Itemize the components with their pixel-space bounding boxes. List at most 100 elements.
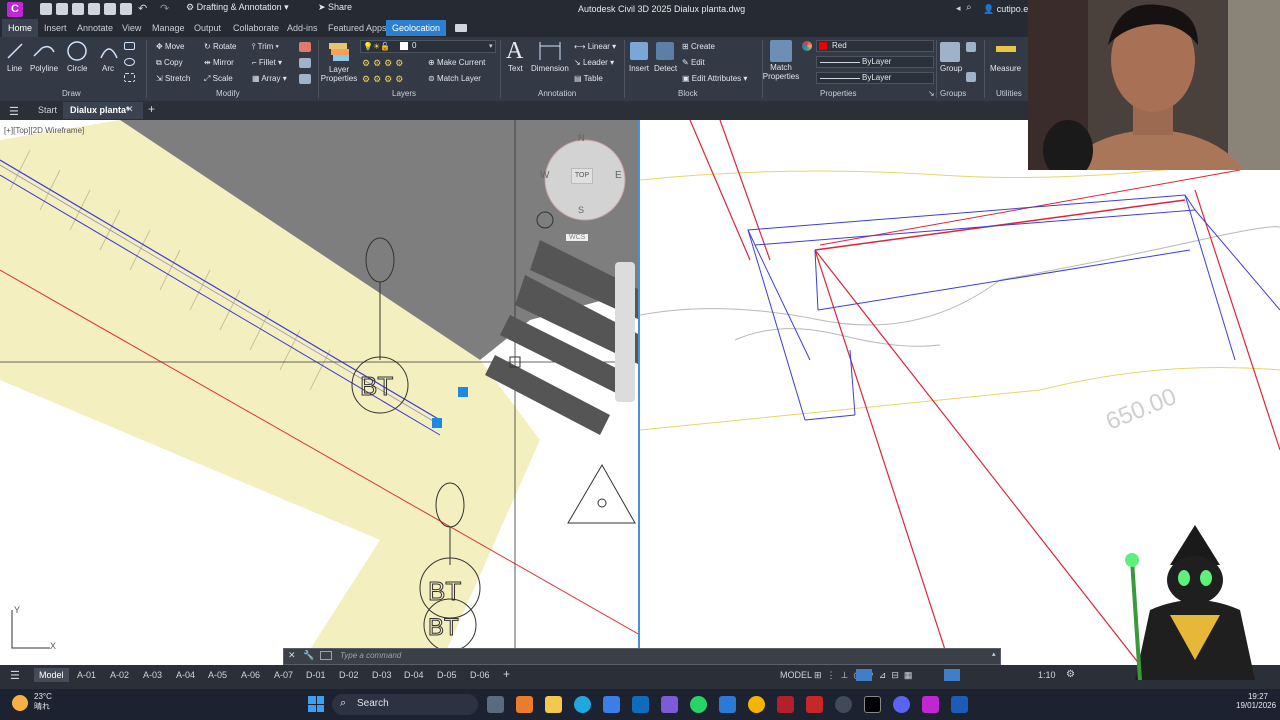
- viewcube-east[interactable]: E: [615, 170, 622, 181]
- measure-icon[interactable]: [996, 46, 1016, 52]
- teams-icon[interactable]: [661, 696, 678, 713]
- viewcube-west[interactable]: W: [540, 170, 549, 181]
- file-explorer-icon[interactable]: [545, 696, 562, 713]
- store-icon[interactable]: [603, 696, 620, 713]
- weather-icon[interactable]: [12, 695, 28, 711]
- tab-insert[interactable]: Insert: [44, 23, 67, 33]
- recent-commands-icon[interactable]: [320, 651, 332, 660]
- app-logo[interactable]: C: [7, 2, 23, 17]
- text-button[interactable]: Text: [508, 64, 523, 73]
- viewcube-top[interactable]: TOP: [571, 168, 593, 184]
- osnap-toggle-icon[interactable]: [944, 669, 960, 681]
- search-box[interactable]: [332, 694, 478, 715]
- ortho-toggle-icon[interactable]: [856, 669, 872, 681]
- scale-button[interactable]: ⤢ Scale: [204, 74, 233, 84]
- layout-tab[interactable]: A-03: [143, 670, 162, 680]
- block-panel-title[interactable]: Block: [678, 89, 698, 98]
- fillet-button[interactable]: ⌐ Fillet ▾: [252, 58, 282, 67]
- model-space-toggle[interactable]: MODEL: [780, 670, 812, 680]
- annotation-panel-title[interactable]: Annotation: [538, 89, 576, 98]
- polyline-icon[interactable]: [32, 40, 56, 62]
- tab-annotate[interactable]: Annotate: [77, 23, 113, 33]
- layout-tab[interactable]: A-01: [77, 670, 96, 680]
- properties-panel-title[interactable]: Properties: [820, 89, 856, 98]
- layout-tab-model[interactable]: Model: [34, 668, 69, 682]
- line-button[interactable]: Line: [7, 64, 22, 73]
- match-properties-icon[interactable]: [770, 40, 792, 62]
- tab-home[interactable]: Home: [2, 19, 39, 37]
- viewcube-south[interactable]: S: [578, 205, 584, 215]
- viewcube-north[interactable]: N: [578, 133, 585, 143]
- close-command-icon[interactable]: ✕: [288, 650, 296, 661]
- dimension-icon[interactable]: [537, 40, 563, 62]
- arc-button[interactable]: Arc: [102, 64, 114, 73]
- layer-properties-icon[interactable]: [326, 40, 352, 64]
- layer-tools-row1[interactable]: ⚙⚙⚙⚙: [362, 58, 406, 69]
- make-current-button[interactable]: ⊕ Make Current: [428, 58, 485, 67]
- insert-button[interactable]: Insert: [629, 64, 649, 73]
- edit-attributes-button[interactable]: ▣ Edit Attributes ▾: [682, 74, 747, 83]
- start-tab[interactable]: Start: [38, 105, 57, 115]
- share-button[interactable]: ➤ Share: [318, 2, 352, 13]
- erase-icon[interactable]: [299, 42, 311, 52]
- tab-collaborate[interactable]: Collaborate: [233, 23, 279, 33]
- revit-icon[interactable]: [806, 696, 823, 713]
- weather-widget[interactable]: 23°C 晴れ: [34, 692, 52, 712]
- circle-button[interactable]: Circle: [67, 64, 87, 73]
- redo-icon[interactable]: ↷: [160, 2, 169, 15]
- properties-launcher-icon[interactable]: ↘: [928, 89, 935, 98]
- workspace-gear-icon[interactable]: ⚙: [1066, 669, 1075, 680]
- tab-geolocation[interactable]: Geolocation: [386, 20, 447, 36]
- copy-button[interactable]: ⧉ Copy: [156, 58, 183, 68]
- edit-block-button[interactable]: ✎ Edit: [682, 58, 705, 67]
- layout-tab[interactable]: D-04: [404, 670, 424, 680]
- groups-panel-title[interactable]: Groups: [940, 89, 966, 98]
- tab-output[interactable]: Output: [194, 23, 221, 33]
- system-clock[interactable]: 19:27 19/01/2026: [1236, 692, 1276, 710]
- save-icon[interactable]: [72, 3, 84, 15]
- layout-tab[interactable]: D-05: [437, 670, 457, 680]
- viewport-top[interactable]: BT BT BT: [0, 120, 640, 665]
- new-tab-icon[interactable]: +: [148, 102, 155, 116]
- dialux-icon[interactable]: [864, 696, 881, 713]
- create-block-button[interactable]: ⊞ Create: [682, 42, 715, 51]
- tab-featured-apps[interactable]: Featured Apps: [328, 23, 387, 33]
- arc-icon[interactable]: [98, 40, 120, 62]
- menu-icon[interactable]: ☰: [9, 105, 19, 118]
- chrome-icon[interactable]: [748, 696, 765, 713]
- detect-icon[interactable]: [656, 42, 674, 60]
- layout-tab[interactable]: A-07: [274, 670, 293, 680]
- copilot-icon[interactable]: [516, 696, 533, 713]
- tab-manage[interactable]: Manage: [152, 23, 185, 33]
- autocad-icon[interactable]: [777, 696, 794, 713]
- mirror-button[interactable]: ⇹ Mirror: [204, 58, 234, 67]
- workspace-switcher[interactable]: ⚙ Drafting & Annotation ▾: [186, 2, 289, 13]
- group-edit-icon[interactable]: [966, 72, 976, 82]
- text-icon[interactable]: A: [506, 38, 523, 65]
- hatch-icon[interactable]: [124, 73, 135, 82]
- obs-icon[interactable]: [835, 696, 852, 713]
- explode-icon[interactable]: [299, 58, 311, 68]
- trim-button[interactable]: ⫯ Trim ▾: [252, 42, 279, 52]
- civil3d-icon[interactable]: [922, 696, 939, 713]
- search-help-icon[interactable]: ⌕: [966, 2, 972, 13]
- rectangle-icon[interactable]: [124, 42, 135, 50]
- vscode-icon[interactable]: [719, 696, 736, 713]
- insert-icon[interactable]: [630, 42, 648, 60]
- move-button[interactable]: ✥ Move: [156, 42, 185, 51]
- user-account[interactable]: 👤 cutipo.e: [983, 4, 1028, 15]
- layout-tab[interactable]: D-03: [372, 670, 392, 680]
- ellipse-icon[interactable]: [124, 58, 135, 66]
- linear-button[interactable]: ⟷ Linear ▾: [574, 42, 616, 51]
- saveas-icon[interactable]: [88, 3, 100, 15]
- open-icon[interactable]: [56, 3, 68, 15]
- layout-tab[interactable]: A-06: [241, 670, 260, 680]
- navigation-bar[interactable]: [615, 262, 635, 402]
- close-tab-icon[interactable]: ✕: [126, 104, 134, 115]
- tab-addins[interactable]: Add-ins: [287, 23, 318, 33]
- array-button[interactable]: ▦ Array ▾: [252, 74, 287, 83]
- layers-panel-title[interactable]: Layers: [392, 89, 416, 98]
- group-button[interactable]: Group: [940, 64, 962, 73]
- table-button[interactable]: ▤ Table: [574, 74, 603, 83]
- command-expand-icon[interactable]: ▴: [992, 650, 996, 658]
